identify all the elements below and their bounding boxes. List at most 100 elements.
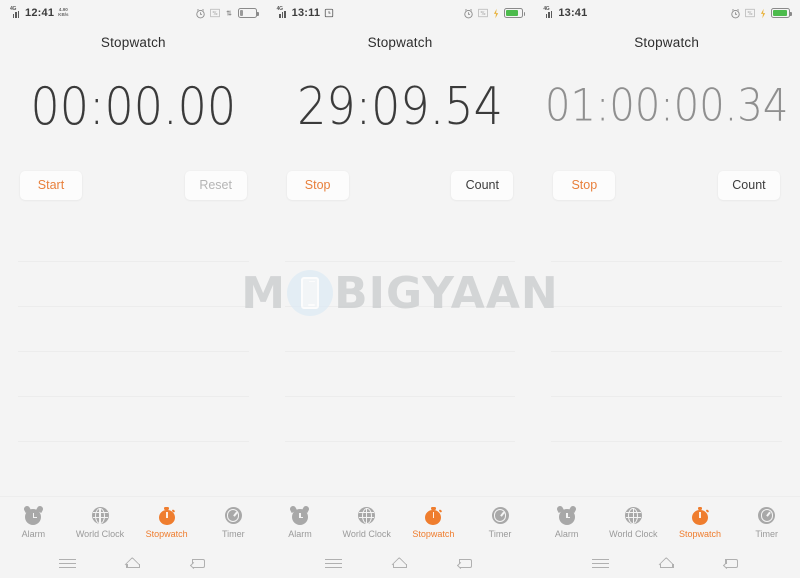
lap-divider: [18, 306, 249, 307]
button-row: Stop Count: [267, 154, 534, 216]
lap-list[interactable]: [267, 216, 534, 496]
reset-button[interactable]: Reset: [184, 170, 247, 200]
svg-text:%: %: [481, 11, 486, 17]
count-button[interactable]: Count: [717, 170, 780, 200]
count-button[interactable]: Count: [451, 170, 514, 200]
button-row: Start Reset: [0, 154, 267, 216]
lap-divider: [284, 351, 516, 352]
network-icon: ⇅: [226, 10, 232, 18]
alarm-icon: [22, 504, 44, 525]
status-bar-left: 4G 13:41: [543, 7, 588, 20]
tab-label: Stopwatch: [412, 529, 455, 539]
wifi-icon: %: [209, 8, 220, 18]
lap-divider: [551, 261, 782, 262]
status-bar-left: 4G 12:41 4.90 KB/s: [10, 7, 69, 20]
bolt-icon: [494, 8, 499, 18]
tab-timer[interactable]: Timer: [733, 506, 800, 539]
tab-timer[interactable]: Timer: [467, 506, 534, 539]
lap-divider: [18, 261, 249, 262]
tab-label: Timer: [488, 529, 512, 539]
lap-list[interactable]: [533, 216, 800, 496]
timer-icon: [491, 506, 510, 525]
tab-stopwatch[interactable]: Stopwatch: [133, 506, 200, 539]
lap-divider: [551, 306, 782, 307]
battery-icon: [770, 8, 792, 18]
lap-list[interactable]: [0, 216, 267, 496]
status-bar-right: %: [463, 8, 526, 19]
tab-world-clock[interactable]: World Clock: [333, 506, 400, 539]
page-title: Stopwatch: [634, 34, 700, 50]
globe-icon: [624, 506, 643, 525]
wifi-icon: %: [478, 8, 489, 18]
stopwatch-icon: [157, 506, 176, 525]
page-title: Stopwatch: [367, 34, 433, 50]
tab-label: Alarm: [21, 529, 46, 539]
lap-divider: [18, 441, 249, 442]
start-button[interactable]: Start: [20, 170, 82, 200]
tab-label: Stopwatch: [678, 529, 721, 539]
home-icon[interactable]: [391, 556, 408, 572]
stopwatch-icon: [424, 506, 443, 525]
lap-divider: [284, 261, 516, 262]
status-bar-right: % ⇅: [195, 8, 259, 19]
alarm-icon: [464, 8, 473, 18]
stopwatch-display-wrap: 01:00:00.34: [533, 58, 800, 154]
tab-label: Alarm: [554, 529, 579, 539]
tab-label: Timer: [222, 529, 245, 539]
stopwatch-display: 00:00.00: [30, 75, 237, 137]
lap-divider: [551, 396, 782, 397]
stop-button[interactable]: Stop: [286, 170, 349, 200]
tab-bar: Alarm World Clock Stopwatch Timer: [266, 496, 534, 548]
stopwatch-display: 01:00:00.34: [545, 80, 789, 132]
status-bar-clock: 12:41: [25, 7, 55, 19]
status-bar: 4G 13:41 %: [533, 0, 800, 26]
stopwatch-display-wrap: 00:00.00: [0, 58, 267, 154]
alarm-icon: [195, 8, 205, 18]
lap-divider: [18, 351, 249, 352]
menu-icon[interactable]: [591, 556, 609, 571]
svg-text:%: %: [747, 11, 752, 17]
stopwatch-icon: [690, 506, 710, 525]
phone-screen-start: 4G 12:41 4.90 KB/s % ⇅ Stopwatch 00:00.0…: [0, 0, 267, 578]
wifi-icon: %: [745, 8, 755, 18]
back-icon[interactable]: [190, 556, 208, 571]
stop-button[interactable]: Stop: [553, 170, 616, 200]
lap-divider: [18, 396, 249, 397]
status-bar-clock: 13:11: [291, 7, 321, 19]
network-speed-indicator: 4.90 KB/s: [58, 7, 69, 17]
tab-timer[interactable]: Timer: [200, 506, 267, 539]
phone-screen-hour: 4G 13:41 % Stopwatch 01:00:00.34 Stop Co…: [533, 0, 800, 578]
status-bar: 4G 13:11 %: [267, 0, 534, 26]
timer-icon: [757, 506, 776, 525]
tab-stopwatch[interactable]: Stopwatch: [667, 506, 734, 539]
home-icon[interactable]: [658, 556, 675, 572]
tab-world-clock[interactable]: World Clock: [67, 506, 134, 539]
back-icon[interactable]: [456, 556, 475, 571]
tab-label: Stopwatch: [145, 529, 188, 539]
tab-alarm[interactable]: Alarm: [533, 504, 600, 539]
tab-label: Alarm: [288, 529, 312, 539]
tab-alarm[interactable]: Alarm: [267, 504, 334, 539]
lap-divider: [284, 441, 516, 442]
tab-label: World Clock: [342, 529, 391, 539]
tab-label: World Clock: [609, 529, 658, 539]
battery-icon: [237, 8, 259, 18]
status-bar: 4G 12:41 4.90 KB/s % ⇅: [0, 0, 267, 26]
tab-label: World Clock: [75, 529, 125, 539]
tab-stopwatch[interactable]: Stopwatch: [400, 506, 467, 539]
menu-icon[interactable]: [58, 556, 76, 571]
system-nav-bar: [266, 548, 534, 578]
home-icon[interactable]: [125, 556, 142, 572]
signal-icon: 4G: [277, 7, 288, 18]
back-icon[interactable]: [723, 556, 741, 571]
lap-divider: [551, 441, 782, 442]
tab-bar: Alarm World Clock Stopwatch Timer: [0, 496, 267, 548]
lap-divider: [284, 396, 516, 397]
tab-alarm[interactable]: Alarm: [0, 504, 67, 539]
tab-world-clock[interactable]: World Clock: [600, 506, 667, 539]
page-title: Stopwatch: [100, 34, 166, 50]
status-bar-clock: 13:41: [558, 7, 588, 19]
screenshot-collage: 4G 12:41 4.90 KB/s % ⇅ Stopwatch 00:00.0…: [0, 0, 800, 578]
timer-icon: [224, 506, 243, 525]
menu-icon[interactable]: [325, 556, 343, 571]
